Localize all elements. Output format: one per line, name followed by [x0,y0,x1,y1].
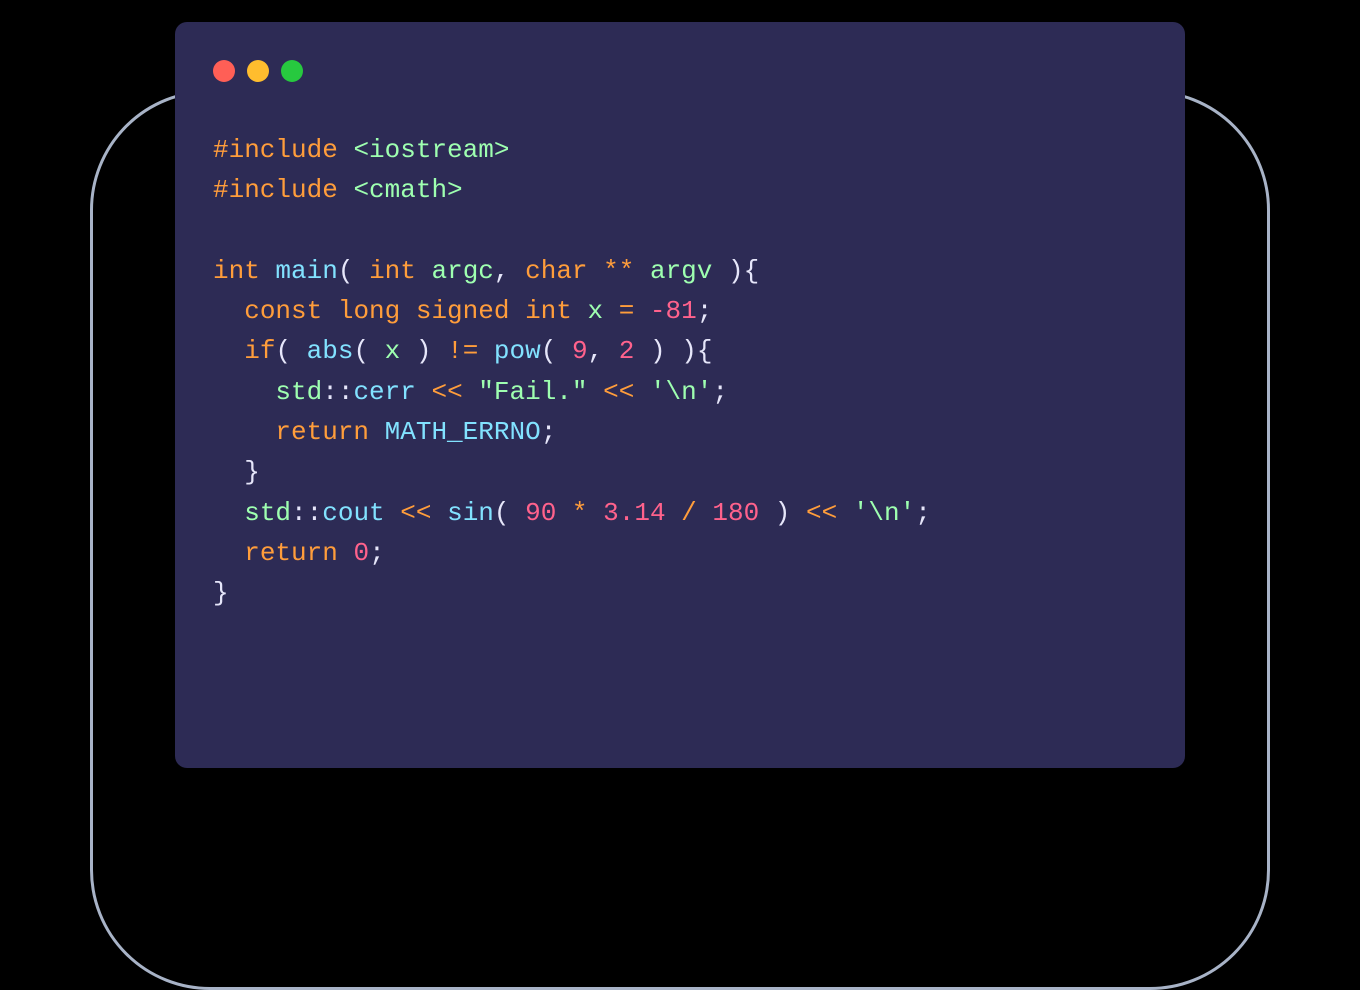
preprocessor: #include [213,175,338,205]
maximize-icon[interactable] [281,60,303,82]
close-icon[interactable] [213,60,235,82]
function-name: main [275,256,337,286]
code-block: #include <iostream> #include <cmath> int… [213,130,1147,614]
type-keyword: int [213,256,260,286]
string-literal: "Fail." [478,377,587,407]
minimize-icon[interactable] [247,60,269,82]
include-header: <iostream> [353,135,509,165]
code-window: #include <iostream> #include <cmath> int… [175,22,1185,768]
number-literal: -81 [650,296,697,326]
include-header: <cmath> [353,175,462,205]
constant: MATH_ERRNO [369,417,541,447]
keyword: if [244,336,275,366]
preprocessor: #include [213,135,338,165]
keyword: const [244,296,322,326]
window-traffic-lights [213,60,1147,82]
char-literal: '\n' [650,377,712,407]
